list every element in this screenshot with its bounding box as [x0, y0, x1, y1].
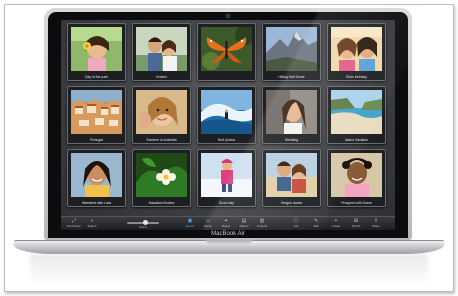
event-thumbnail [136, 153, 187, 197]
toolbar-label: Full Screen [66, 224, 82, 228]
toolbar-info-button[interactable]: ⓘ Info [287, 218, 305, 230]
toolbar-label: Info [293, 224, 299, 228]
event-thumbnail [266, 90, 317, 134]
event-thumbnail [266, 27, 317, 71]
event-tile[interactable]: Day in the park [67, 23, 126, 81]
event-thumbnail [331, 153, 382, 197]
toolbar-search-button[interactable]: ⌕ Search [83, 218, 101, 230]
toolbar-label: Places [221, 224, 231, 228]
toolbar-label: Faces [204, 224, 212, 228]
event-title: Snow day [219, 201, 234, 205]
event-thumbnail [331, 27, 382, 71]
event-title: Hawaiian flowers [148, 201, 175, 205]
event-tile[interactable]: Hiking Half Dome [262, 23, 321, 81]
toolbar-label: Add To [351, 224, 361, 228]
event-thumbnail [136, 27, 187, 71]
toolbar-create-button[interactable]: + Create [327, 218, 345, 230]
toolbar-label: Events [185, 224, 195, 228]
event-title: Prospect with Grace [341, 201, 372, 205]
event-tile[interactable]: Prospect with Grace [327, 149, 386, 207]
event-title: Ella's birthday [345, 75, 367, 79]
event-title: Kristen [156, 75, 167, 79]
toolbar-label: Create [331, 224, 341, 228]
base-reflection [30, 254, 428, 284]
toolbar-places-button[interactable]: ⌖ Places [217, 218, 235, 230]
toolbar-faces-button[interactable]: ☺ Faces [199, 218, 217, 230]
event-tile[interactable]: Ella's birthday [327, 23, 386, 81]
event-thumbnail [71, 153, 122, 197]
zoom-slider[interactable] [127, 220, 159, 225]
brand-label: MacBook Air [211, 231, 245, 237]
event-tile[interactable]: Snow day [197, 149, 256, 207]
event-tile[interactable]: Wedding [262, 86, 321, 144]
toolbar-label: Projects [256, 224, 268, 228]
toolbar-label: Share [372, 224, 380, 228]
event-thumbnail [201, 153, 252, 197]
event-tile[interactable]: Summer in Australia [132, 86, 191, 144]
toolbar-albums-button[interactable]: ▤ Albums [235, 218, 253, 230]
event-thumbnail [201, 90, 252, 134]
event-title: Hiking Half Dome [278, 75, 305, 79]
toolbar-fullscreen-button[interactable]: ⤢ Full Screen [65, 218, 83, 230]
app-screen: Day in the park Kristen Hiking Half Dome El… [61, 20, 395, 230]
event-tile[interactable]: Portugal [67, 86, 126, 144]
event-tile[interactable]: Hawaiian flowers [132, 149, 191, 207]
event-thumbnail [331, 90, 382, 134]
toolbar-events-button[interactable]: ▣ Events [181, 218, 199, 230]
event-title: Weekend with Lara [82, 201, 111, 205]
events-grid: Day in the park Kristen Hiking Half Dome El… [67, 23, 389, 208]
opening-notch [206, 240, 252, 244]
event-title: Island Vacation [345, 138, 368, 142]
event-title: Portugal [90, 138, 103, 142]
event-title: Wedding [284, 138, 299, 142]
event-tile[interactable]: Surf photos [197, 86, 256, 144]
toolbar-share-button[interactable]: ⇪ Share [367, 218, 385, 230]
toolbar-label: Albums [239, 224, 249, 228]
event-thumbnail [266, 153, 317, 197]
event-thumbnail [201, 27, 252, 71]
event-title: Surf photos [217, 138, 236, 142]
event-tile[interactable]: Oregon dunes [262, 149, 321, 207]
camera-icon [226, 14, 230, 18]
event-thumbnail [136, 90, 187, 134]
event-thumbnail [71, 27, 122, 71]
bottom-toolbar: Zoom ⤢ Full Screen ⌕ Search ▣ Events ☺ Faces ⌖ Pl… [61, 216, 395, 230]
event-tile[interactable]: Weekend with Lara [67, 149, 126, 207]
event-thumbnail [71, 90, 122, 134]
event-title: Summer in Australia [146, 138, 177, 142]
toolbar-edit-button[interactable]: ✎ Edit [307, 218, 325, 230]
event-tile[interactable]: Kristen [132, 23, 191, 81]
toolbar-label: Search [87, 224, 97, 228]
event-title: Day in the park [85, 75, 108, 79]
toolbar-label: Edit [313, 224, 319, 228]
event-tile[interactable] [197, 23, 256, 81]
zoom-label: Zoom [139, 225, 147, 229]
event-tile[interactable]: Island Vacation [327, 86, 386, 144]
toolbar-projects-button[interactable]: ▥ Projects [253, 218, 271, 230]
toolbar-add-to-button[interactable]: ⊞ Add To [347, 218, 365, 230]
event-title: Oregon dunes [280, 201, 303, 205]
